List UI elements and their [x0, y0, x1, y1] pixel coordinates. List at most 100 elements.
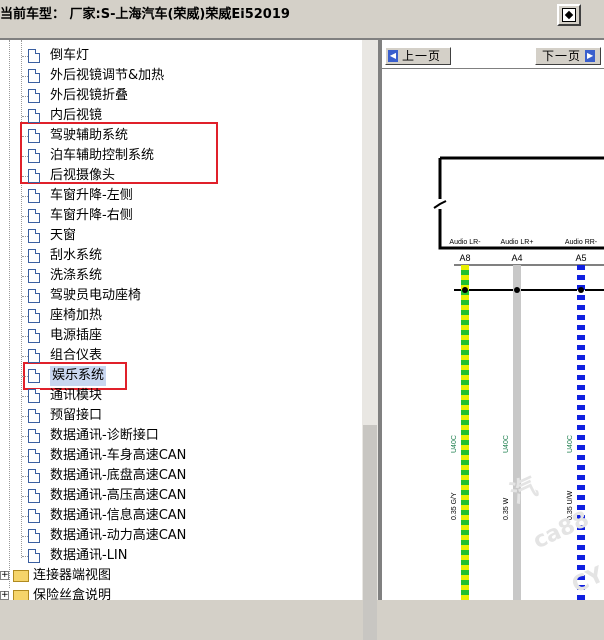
tree-scrollbar[interactable]	[362, 40, 378, 640]
wire-stripe	[577, 400, 585, 405]
splice-dot	[514, 287, 520, 293]
wire-gauge-label: 0.35 G/Y	[451, 492, 458, 520]
pin-name-label: Audio LR-	[449, 239, 481, 246]
wire-stripe	[461, 410, 469, 415]
wire-stripe	[461, 450, 469, 455]
folder-icon	[13, 570, 29, 582]
pin-name-label: Audio LR+	[501, 239, 534, 246]
wire-stripe	[577, 380, 585, 385]
wire	[513, 265, 521, 600]
wiring-diagram-panel: ◀ 上一页 下一页 ▶ Audio LR- A8 0.35 G/Y U40C Audio L…	[382, 40, 604, 600]
document-icon	[28, 69, 40, 83]
document-icon	[28, 209, 40, 223]
next-page-button[interactable]: 下一页 ▶	[535, 47, 601, 65]
wire-stripe	[577, 560, 585, 565]
document-icon	[28, 329, 40, 343]
wire-stripe	[577, 360, 585, 365]
pin-number-label: A5	[575, 253, 586, 263]
pin-name-label: Audio RR-	[565, 239, 598, 246]
tree-item-label: 预留接口	[50, 408, 103, 423]
wire-stripe	[461, 550, 469, 555]
module-break-mark	[433, 200, 447, 209]
document-icon	[28, 349, 40, 363]
wire-stripe	[461, 510, 469, 515]
document-icon	[28, 89, 40, 103]
tree-item-label: 外后视镜调节&加热	[50, 68, 165, 83]
pin-number-label: A4	[511, 253, 522, 263]
tree-item-label: 洗涤系统	[50, 268, 103, 283]
wire-stripe	[577, 540, 585, 545]
tree-item-label: 座椅加热	[50, 308, 103, 323]
wire-stripe	[461, 440, 469, 445]
wire-stripe	[577, 470, 585, 475]
wire-stripe	[461, 470, 469, 475]
wire-stripe	[577, 430, 585, 435]
prev-page-button[interactable]: ◀ 上一页	[385, 47, 451, 65]
wire-stripe	[461, 540, 469, 545]
document-icon	[28, 549, 40, 563]
tree-item-label: 数据通讯-底盘高速CAN	[50, 468, 187, 483]
tree-item-label: 通讯模块	[50, 388, 103, 403]
tree-item-label: 数据通讯-动力高速CAN	[50, 528, 187, 543]
wire-stripe	[461, 350, 469, 355]
wire-stripe	[461, 480, 469, 485]
tree-item-label: 天窗	[50, 228, 77, 243]
arrow-right-icon: ▶	[585, 50, 596, 62]
tree-item-label: 娱乐系统	[50, 366, 107, 386]
document-icon	[28, 289, 40, 303]
wire-stripe	[461, 460, 469, 465]
wire-stripe	[577, 410, 585, 415]
wire-stripe	[461, 360, 469, 365]
connector-code-label: U40C	[503, 435, 510, 453]
wire-stripe	[577, 450, 585, 455]
expand-icon[interactable]: +	[0, 571, 9, 580]
prev-page-label: 上一页	[402, 49, 442, 63]
wire-stripe	[461, 420, 469, 425]
window-toggle-button[interactable]	[557, 4, 581, 26]
tree-item-label: 驾驶员电动座椅	[50, 288, 142, 303]
wire-stripe	[577, 300, 585, 305]
wire-stripe	[577, 340, 585, 345]
document-icon	[28, 149, 40, 163]
wire-stripe	[577, 370, 585, 375]
tree-item-label: 数据通讯-LIN	[50, 548, 128, 563]
tree-item-label: 泊车辅助控制系统	[50, 148, 155, 163]
next-page-label: 下一页	[542, 49, 582, 63]
tree-item-label: 外后视镜折叠	[50, 88, 129, 103]
wire-stripe	[577, 460, 585, 465]
wire-stripe	[461, 500, 469, 505]
wire-stripe	[461, 570, 469, 575]
tree-item-label: 数据通讯-高压高速CAN	[50, 488, 187, 503]
wire-stripe	[461, 270, 469, 275]
folder-icon	[13, 590, 29, 600]
tree-item-label: 刮水系统	[50, 248, 103, 263]
tree-item-label: 组合仪表	[50, 348, 103, 363]
scrollbar-thumb[interactable]	[363, 425, 377, 640]
wire-stripe	[577, 310, 585, 315]
document-icon	[28, 529, 40, 543]
wire-stripe	[577, 320, 585, 325]
tree-item-label: 车窗升降-左侧	[50, 188, 133, 203]
wire-stripe	[461, 560, 469, 565]
document-icon	[28, 229, 40, 243]
wire-stripe	[461, 530, 469, 535]
wire-stripe	[577, 480, 585, 485]
document-icon	[28, 449, 40, 463]
tree-item-label: 电源插座	[50, 328, 103, 343]
wire-stripe	[577, 490, 585, 495]
tree-item-label: 驾驶辅助系统	[50, 128, 129, 143]
tree-item-label: 倒车灯	[50, 48, 90, 63]
expand-icon[interactable]: +	[0, 591, 9, 600]
wire-stripe	[461, 580, 469, 585]
module-box	[438, 156, 604, 250]
wire-stripe	[461, 380, 469, 385]
wire-stripe	[461, 400, 469, 405]
vehicle-title: 当前车型： 厂家:S-上海汽车(荣威)荣威Ei52019	[0, 7, 290, 22]
document-icon	[28, 129, 40, 143]
tree-item-label: 内后视镜	[50, 108, 103, 123]
top-bar: 当前车型： 厂家:S-上海汽车(荣威)荣威Ei52019	[0, 0, 604, 40]
document-icon	[28, 369, 40, 383]
wire-stripe	[461, 430, 469, 435]
wire-stripe	[461, 280, 469, 285]
wire-stripe	[577, 550, 585, 555]
